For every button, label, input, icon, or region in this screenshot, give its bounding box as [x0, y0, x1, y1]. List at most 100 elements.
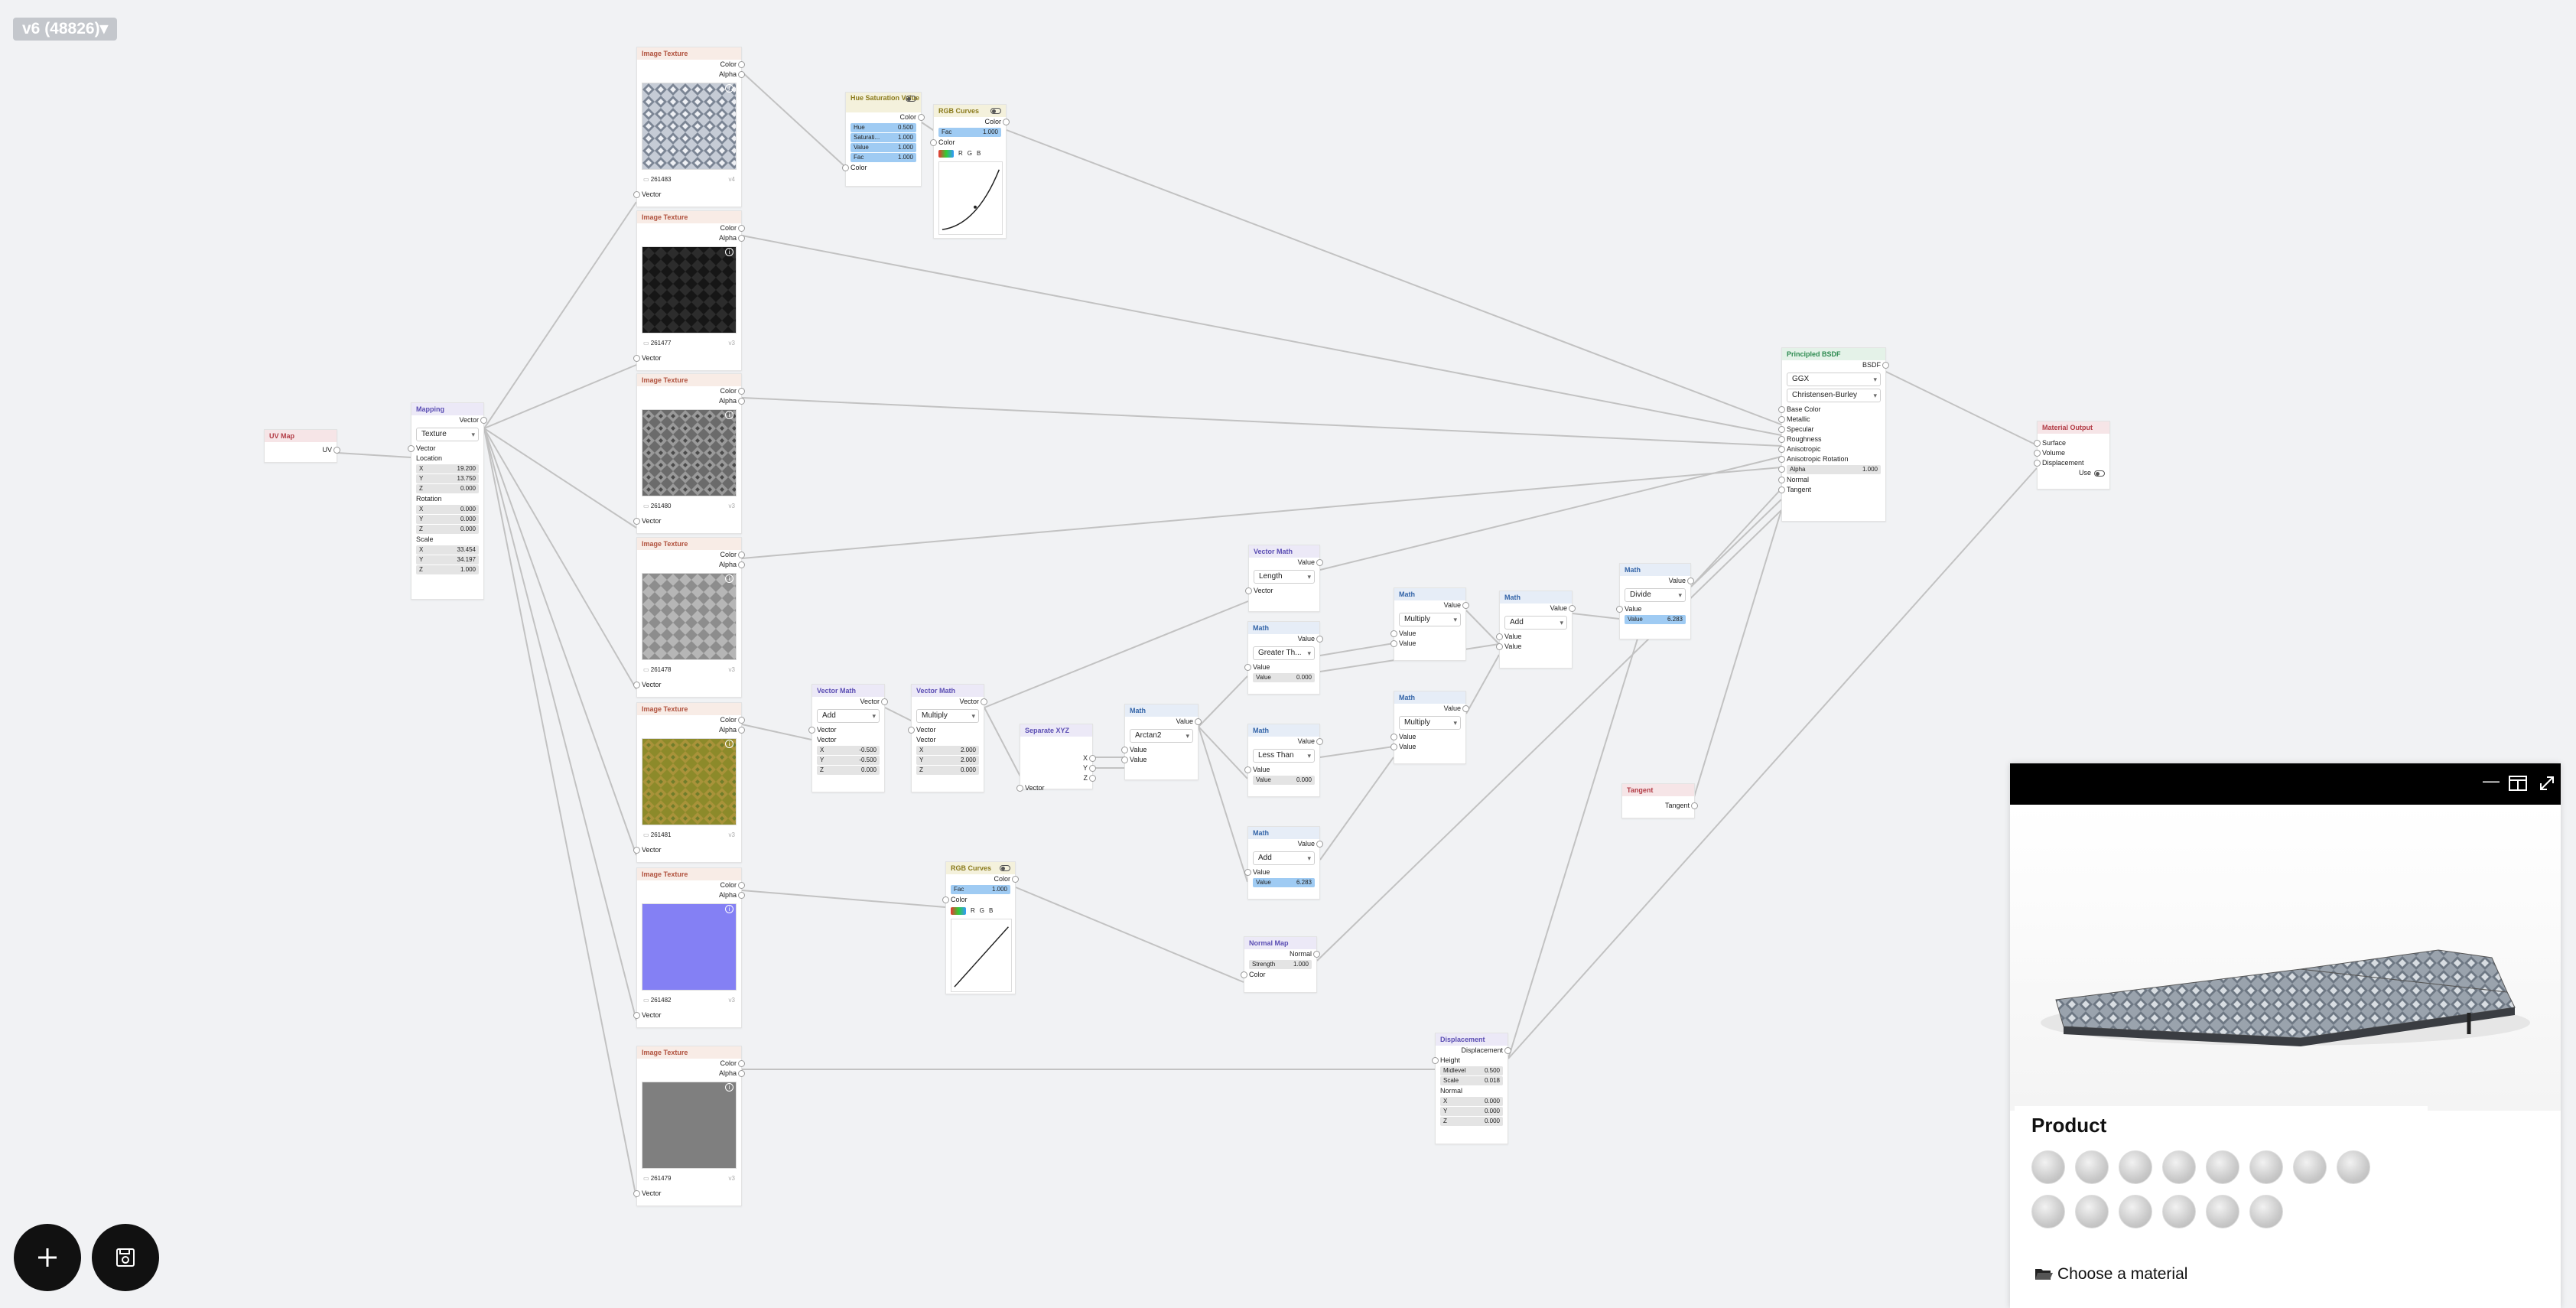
input-socket[interactable]	[1778, 436, 1785, 443]
product-thumbnail[interactable]	[2249, 1195, 2283, 1228]
image-texture-node[interactable]: Image Texture Color Alpha i ▭ 261483 v4 Vector	[633, 47, 745, 207]
output-socket[interactable]	[738, 225, 745, 232]
channel-selector[interactable]: RGB	[938, 148, 1001, 158]
product-thumbnail[interactable]	[2031, 1150, 2065, 1184]
math-less-than-node[interactable]: Math Value Less Than Value Value0.000	[1244, 724, 1323, 797]
output-socket[interactable]	[1195, 718, 1202, 725]
math-arctan2-node[interactable]: Math Value Arctan2 Value Value	[1121, 704, 1202, 780]
image-texture-node[interactable]: Image Texture Color Alpha i ▭ 261479 v3 Vector	[633, 1046, 745, 1206]
output-socket[interactable]	[1316, 738, 1323, 745]
image-texture-node[interactable]: Image Texture Color Alpha i ▭ 261480 v3 Vector	[633, 373, 745, 534]
output-socket[interactable]	[480, 417, 487, 424]
output-socket[interactable]	[738, 561, 745, 568]
input-socket[interactable]	[1241, 971, 1247, 978]
product-thumbnail[interactable]	[2162, 1150, 2196, 1184]
output-socket[interactable]	[918, 114, 925, 121]
output-socket[interactable]	[1462, 602, 1469, 609]
input-socket[interactable]	[1390, 743, 1397, 750]
threshold-field[interactable]: Value 0.000	[1253, 776, 1315, 785]
input-socket[interactable]	[633, 1012, 640, 1019]
version-selector[interactable]: v6 (48826)▾	[13, 18, 118, 41]
product-thumbnail[interactable]	[2293, 1150, 2327, 1184]
vector-math-add-node[interactable]: Vector Math Vector Add Vector Vector X-0…	[808, 684, 888, 792]
texture-version[interactable]: v3	[729, 501, 735, 512]
input-socket[interactable]	[1778, 426, 1785, 433]
output-socket[interactable]	[1313, 951, 1320, 958]
scale-x[interactable]: X 33.454	[416, 545, 479, 555]
z-field[interactable]: Z 0.000	[817, 766, 880, 775]
toggle-switch[interactable]	[990, 108, 1001, 114]
y-field[interactable]: Y -0.500	[817, 756, 880, 765]
info-icon[interactable]: i	[725, 1083, 733, 1092]
input-socket[interactable]	[842, 164, 849, 171]
tangent-node[interactable]: Tangent Tangent	[1621, 783, 1698, 818]
x-field[interactable]: X -0.500	[817, 746, 880, 755]
output-socket[interactable]	[738, 717, 745, 724]
texture-preview[interactable]	[642, 573, 737, 660]
info-icon[interactable]: i	[725, 574, 733, 583]
info-icon[interactable]: i	[725, 905, 733, 913]
output-socket[interactable]	[738, 552, 745, 558]
texture-preview[interactable]	[642, 83, 737, 170]
texture-version[interactable]: v3	[729, 830, 735, 841]
saturation-field[interactable]: Saturati... 1.000	[851, 133, 916, 142]
output-socket[interactable]	[1462, 705, 1469, 712]
input-socket[interactable]	[633, 191, 640, 198]
output-socket[interactable]	[738, 235, 745, 242]
input-socket[interactable]	[1778, 406, 1785, 413]
input-socket[interactable]	[908, 727, 915, 734]
input-socket[interactable]	[633, 847, 640, 854]
math-add-node-2[interactable]: Math Value Add Value Value	[1496, 591, 1576, 669]
3d-viewport[interactable]	[2010, 805, 2561, 1111]
texture-preview[interactable]	[642, 738, 737, 825]
input-socket[interactable]	[2034, 460, 2041, 467]
product-thumbnail[interactable]	[2075, 1150, 2109, 1184]
info-icon[interactable]: i	[725, 740, 733, 748]
rgb-curves-node-2[interactable]: RGB Curves Color Fac 1.000 Color RGB	[942, 861, 1019, 994]
output-socket[interactable]	[738, 882, 745, 889]
split-view-icon[interactable]	[2509, 776, 2527, 792]
rotation-z[interactable]: Z 0.000	[416, 525, 479, 534]
location-z[interactable]: Z 0.000	[416, 484, 479, 493]
output-socket[interactable]	[1316, 841, 1323, 848]
input-socket[interactable]	[408, 445, 415, 452]
rotation-x[interactable]: X 0.000	[416, 505, 479, 514]
output-socket[interactable]	[333, 447, 340, 454]
info-icon[interactable]: i	[725, 84, 733, 93]
input-socket[interactable]	[1778, 456, 1785, 463]
texture-version[interactable]: v3	[729, 338, 735, 349]
output-socket[interactable]	[1089, 765, 1096, 772]
input-socket[interactable]	[930, 139, 937, 146]
input-socket[interactable]	[1016, 785, 1023, 792]
input-socket[interactable]	[1778, 446, 1785, 453]
product-thumbnail[interactable]	[2206, 1195, 2239, 1228]
texture-preview[interactable]	[642, 409, 737, 496]
operation-select[interactable]: Add	[817, 709, 880, 723]
texture-preview[interactable]	[642, 1082, 737, 1169]
toggle-switch[interactable]	[1000, 865, 1010, 871]
material-output-node[interactable]: Material Output Surface Volume Displacem…	[2034, 421, 2110, 490]
input-socket[interactable]	[1244, 766, 1251, 773]
operation-select[interactable]: Multiply	[916, 709, 979, 723]
add-node-button[interactable]	[14, 1224, 81, 1291]
x-field[interactable]: X 2.000	[916, 746, 979, 755]
value-field[interactable]: Value 1.000	[851, 143, 916, 152]
operation-select[interactable]: Add	[1504, 616, 1567, 630]
input-socket[interactable]	[1432, 1057, 1439, 1064]
output-socket[interactable]	[1504, 1047, 1511, 1054]
input-socket[interactable]	[1616, 606, 1623, 613]
output-socket[interactable]	[1687, 578, 1694, 584]
product-thumbnail[interactable]	[2206, 1150, 2239, 1184]
scale-z[interactable]: Z 1.000	[416, 565, 479, 574]
math-multiply-node[interactable]: Math Value Multiply Value Value	[1390, 587, 1469, 661]
texture-version[interactable]: v3	[729, 995, 735, 1006]
use-toggle[interactable]	[2094, 470, 2105, 477]
hue-saturation-value-node[interactable]: Hue Saturation Value Color Hue 0.500 Satu…	[842, 92, 925, 187]
alpha-field[interactable]: Alpha 1.000	[1778, 465, 1881, 474]
input-socket[interactable]	[1778, 486, 1785, 493]
output-socket[interactable]	[738, 71, 745, 78]
image-texture-node[interactable]: Image Texture Color Alpha i ▭ 261482 v3 Vector	[633, 867, 745, 1028]
input-socket[interactable]	[1778, 466, 1785, 473]
texture-preview[interactable]	[642, 903, 737, 991]
subsurface-method-select[interactable]: Christensen-Burley	[1787, 389, 1881, 402]
